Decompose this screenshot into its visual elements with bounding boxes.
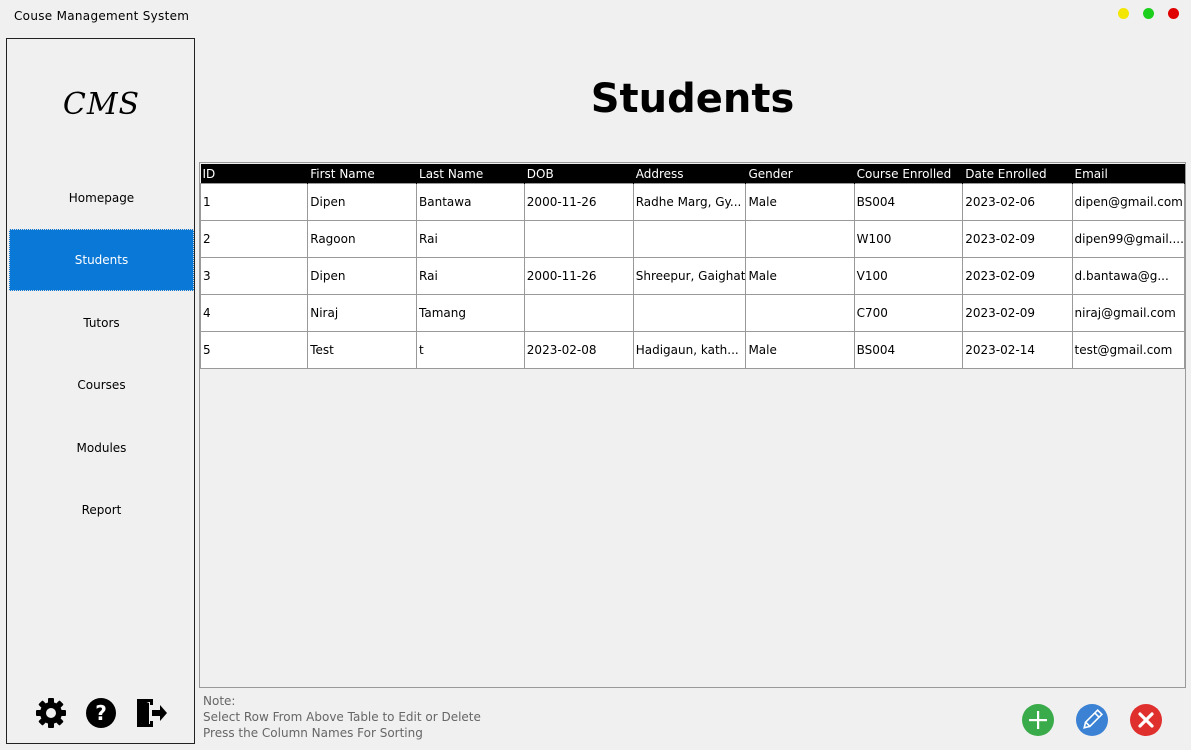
table-header-row: ID First Name Last Name DOB Address Gend… [200,164,1186,184]
table-cell[interactable]: V100 [853,257,964,295]
table-cell[interactable]: 1 [199,183,309,221]
table-cell[interactable]: 5 [199,331,309,369]
minimize-button[interactable] [1118,8,1129,19]
plus-icon [1029,711,1047,729]
note-label: Note: [203,694,236,708]
table-cell[interactable]: Rai [416,220,525,258]
gear-icon[interactable] [33,695,69,731]
table-row[interactable]: 3 Dipen Rai 2000-11-26 Shreepur, Gaighat… [199,257,1186,295]
table-cell[interactable]: BS004 [853,331,964,369]
sidebar: CMS Homepage Students Tutors Courses Mod… [6,38,195,744]
note-edit-hint: Select Row From Above Table to Edit or D… [203,710,481,724]
table-cell[interactable]: Dipen [307,183,418,221]
add-button[interactable] [1022,704,1054,736]
table-cell[interactable] [523,294,634,332]
table-cell[interactable]: 2000-11-26 [523,183,634,221]
table-cell[interactable]: 2023-02-06 [962,183,1073,221]
sidebar-item-label: Modules [76,441,127,455]
table-cell[interactable]: Hadigaun, kath... [632,331,747,369]
sidebar-item-label: Courses [77,378,126,392]
table-cell[interactable]: 2 [199,220,309,258]
table-cell[interactable]: Bantawa [416,183,525,221]
page-title: Students [590,76,795,122]
students-table[interactable]: ID First Name Last Name DOB Address Gend… [199,164,1186,369]
table-cell[interactable]: 4 [199,294,309,332]
edit-button[interactable] [1076,704,1108,736]
table-cell[interactable] [632,294,747,332]
table-cell[interactable]: W100 [853,220,964,258]
table-cell[interactable]: 2023-02-09 [962,220,1073,258]
sidebar-item-students[interactable]: Students [9,229,194,291]
sidebar-item-courses[interactable]: Courses [9,354,194,416]
table-cell[interactable]: dipen@gmail.com [1071,183,1186,221]
table-cell[interactable]: dipen99@gmail.... [1071,220,1186,258]
table-row[interactable]: 5 Test t 2023-02-08 Hadigaun, kath... Ma… [199,331,1186,369]
window-title: Couse Management System [14,9,190,23]
close-window-button[interactable] [1168,8,1179,19]
column-header-date-enrolled[interactable]: Date Enrolled [962,164,1073,184]
sidebar-item-tutors[interactable]: Tutors [9,292,194,354]
table-cell[interactable] [632,220,747,258]
table-cell[interactable]: Ragoon [307,220,418,258]
table-row[interactable]: 4 Niraj Tamang C700 2023-02-09 niraj@gma… [199,294,1186,332]
column-header-address[interactable]: Address [633,164,747,184]
table-cell[interactable] [523,220,634,258]
column-header-id[interactable]: ID [200,164,309,184]
sidebar-item-label: Report [81,503,122,517]
table-cell[interactable]: Dipen [307,257,418,295]
table-cell[interactable]: Tamang [416,294,525,332]
sidebar-item-report[interactable]: Report [9,479,194,541]
svg-text:?: ? [95,701,107,725]
column-header-last-name[interactable]: Last Name [416,164,525,184]
table-row[interactable]: 1 Dipen Bantawa 2000-11-26 Radhe Marg, G… [199,183,1186,221]
table-cell[interactable]: Shreepur, Gaighat [632,257,747,295]
sidebar-item-label: Students [74,253,129,267]
table-cell[interactable]: Radhe Marg, Gy... [632,183,747,221]
column-header-email[interactable]: Email [1072,164,1186,184]
table-cell[interactable]: 2000-11-26 [523,257,634,295]
table-cell[interactable]: 2023-02-09 [962,257,1073,295]
note-text: Note: Select Row From Above Table to Edi… [203,693,481,741]
note-sort-hint: Press the Column Names For Sorting [203,726,423,740]
help-icon[interactable]: ? [83,695,119,731]
x-icon [1138,712,1154,728]
table-cell[interactable]: Test [307,331,418,369]
sidebar-item-modules[interactable]: Modules [9,417,194,479]
table-cell[interactable]: Male [745,183,855,221]
students-table-panel[interactable]: ID First Name Last Name DOB Address Gend… [199,162,1186,688]
maximize-button[interactable] [1143,8,1154,19]
table-cell[interactable]: Male [745,331,855,369]
pencil-icon [1083,708,1104,729]
table-cell[interactable]: 3 [199,257,309,295]
table-cell[interactable]: test@gmail.com [1071,331,1186,369]
delete-button[interactable] [1130,704,1162,736]
logout-icon[interactable] [133,695,169,731]
column-header-gender[interactable]: Gender [745,164,855,184]
table-row[interactable]: 2 Ragoon Rai W100 2023-02-09 dipen99@gma… [199,220,1186,258]
table-cell[interactable]: d.bantawa@g... [1071,257,1186,295]
table-cell[interactable]: Male [745,257,855,295]
table-cell[interactable]: Rai [416,257,525,295]
table-cell[interactable]: C700 [853,294,964,332]
table-cell[interactable] [745,294,855,332]
table-cell[interactable]: niraj@gmail.com [1071,294,1186,332]
column-header-first-name[interactable]: First Name [307,164,418,184]
table-cell[interactable]: Niraj [307,294,418,332]
column-header-course-enrolled[interactable]: Course Enrolled [854,164,964,184]
table-cell[interactable] [745,220,855,258]
column-header-dob[interactable]: DOB [524,164,634,184]
table-cell[interactable]: 2023-02-08 [523,331,634,369]
sidebar-item-label: Tutors [83,316,120,330]
table-cell[interactable]: 2023-02-14 [962,331,1073,369]
cms-logo: CMS [62,87,141,122]
title-bar: Couse Management System [0,0,1191,34]
table-cell[interactable]: t [416,331,525,369]
sidebar-item-label: Homepage [68,191,135,205]
table-cell[interactable]: BS004 [853,183,964,221]
sidebar-item-homepage[interactable]: Homepage [9,167,194,229]
table-cell[interactable]: 2023-02-09 [962,294,1073,332]
